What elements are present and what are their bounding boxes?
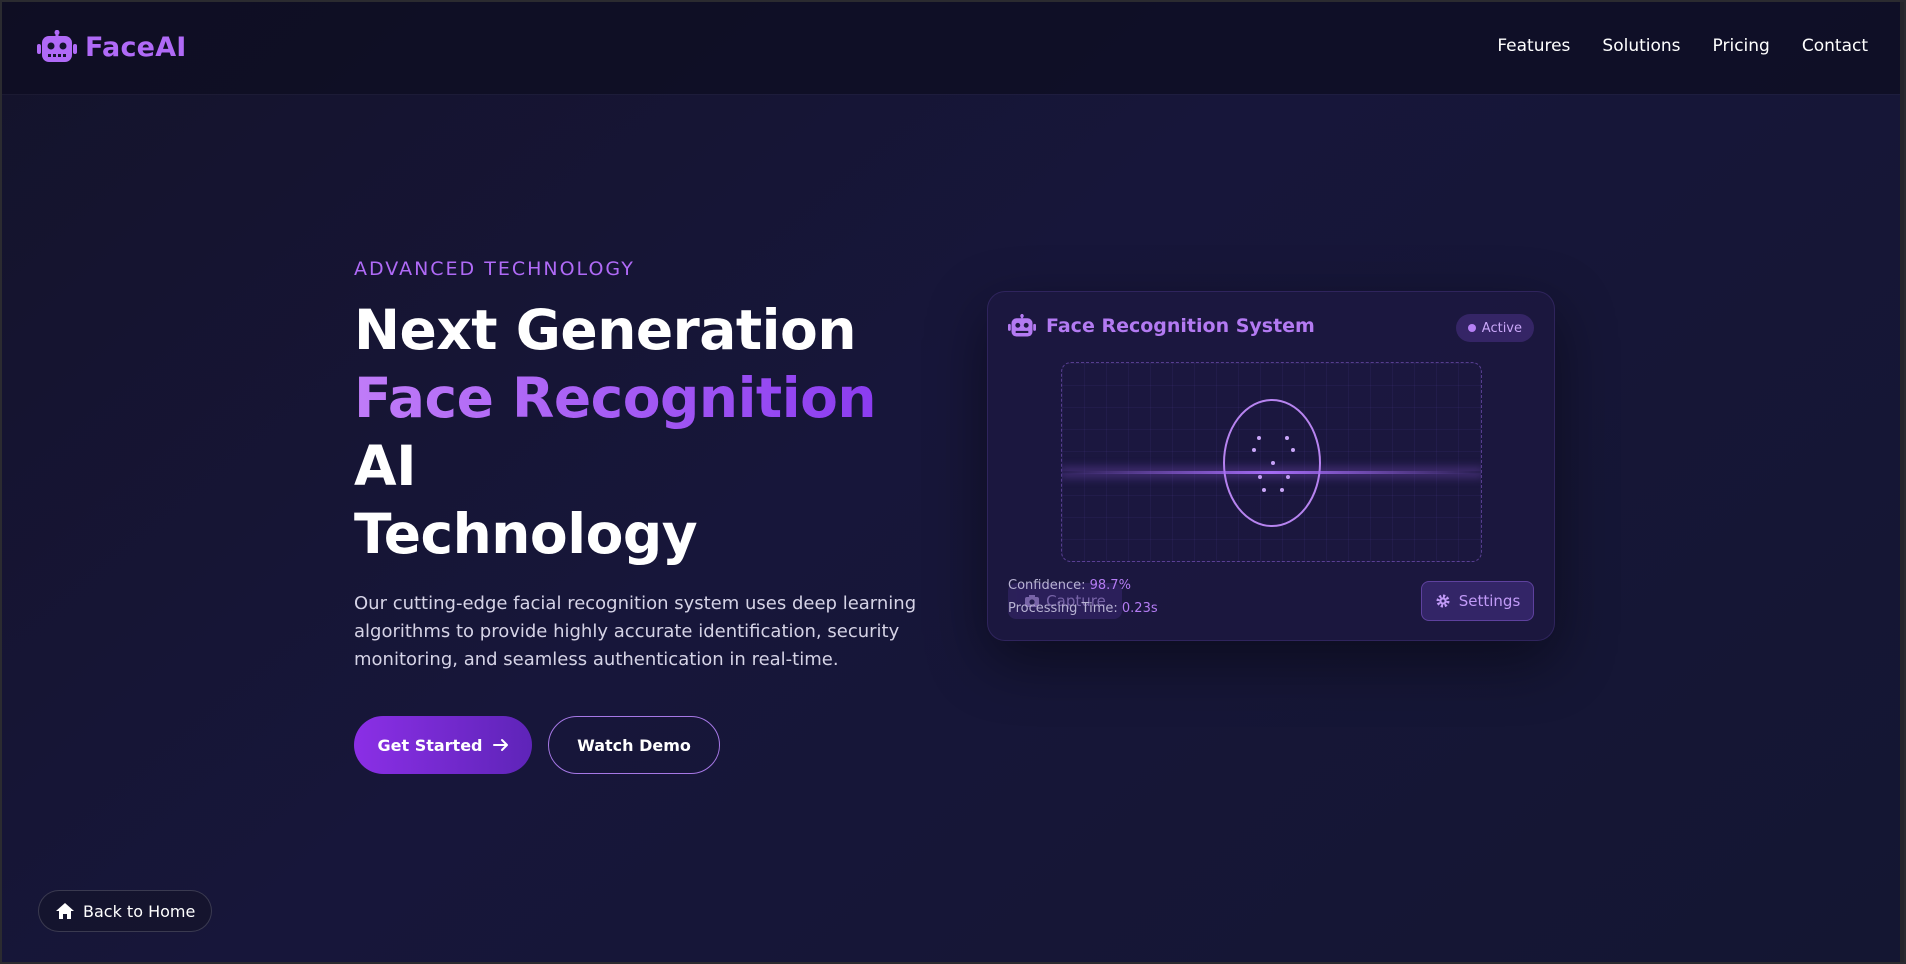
nav-links: Features Solutions Pricing Contact — [1497, 36, 1868, 56]
hero-title-line1: Next Generation — [354, 298, 856, 362]
top-nav: FaceAI Features Solutions Pricing Contac… — [2, 2, 1904, 94]
status-label: Active — [1481, 320, 1522, 336]
hero-title-ai: AI — [354, 434, 417, 498]
brand-logo[interactable]: FaceAI — [37, 30, 187, 64]
gear-icon — [1436, 594, 1450, 608]
robot-icon — [1008, 314, 1036, 337]
nav-link-features[interactable]: Features — [1497, 36, 1570, 56]
confidence-stat: Confidence: 98.7% — [1008, 574, 1158, 597]
hero-eyebrow: ADVANCED TECHNOLOGY — [354, 258, 635, 280]
processing-value: 0.23s — [1121, 601, 1158, 616]
scan-area — [1061, 362, 1482, 562]
hero-title-accent: Face Recognition — [354, 366, 877, 430]
nav-link-solutions[interactable]: Solutions — [1602, 36, 1680, 56]
nav-link-contact[interactable]: Contact — [1802, 36, 1868, 56]
robot-icon — [37, 30, 77, 62]
face-outline-icon — [1223, 399, 1321, 527]
back-to-home-button[interactable]: Back to Home — [38, 890, 213, 932]
hero-title: Next Generation Face Recognition AI Tech… — [354, 296, 954, 568]
status-dot — [1467, 324, 1476, 332]
watch-demo-label: Watch Demo — [577, 735, 691, 755]
hero-actions: Get Started Watch Demo — [354, 716, 954, 774]
hero-section: ADVANCED TECHNOLOGY Next Generation Face… — [354, 258, 954, 774]
scan-line — [1062, 471, 1481, 474]
app-frame: FaceAI Features Solutions Pricing Contac… — [0, 0, 1906, 964]
watch-demo-button[interactable]: Watch Demo — [548, 716, 720, 774]
face-recognition-card: Face Recognition System Active Capture C… — [987, 291, 1555, 641]
hero-title-line3: Technology — [354, 502, 698, 566]
recognition-stats: Confidence: 98.7% Processing Time: 0.23s — [1008, 574, 1158, 620]
confidence-value: 98.7% — [1089, 578, 1131, 593]
settings-button[interactable]: Settings — [1421, 581, 1534, 621]
hero-title-line2: Face Recognition AI — [354, 364, 954, 500]
card-title: Face Recognition System — [1046, 315, 1315, 337]
get-started-button[interactable]: Get Started — [354, 716, 532, 774]
processing-label: Processing Time: — [1008, 601, 1118, 616]
hero-description: Our cutting-edge facial recognition syst… — [354, 593, 917, 670]
brand-name: FaceAI — [85, 31, 187, 63]
home-icon — [56, 903, 74, 919]
processing-stat: Processing Time: 0.23s — [1008, 597, 1158, 620]
nav-link-pricing[interactable]: Pricing — [1713, 36, 1770, 56]
confidence-label: Confidence: — [1008, 578, 1086, 593]
back-to-home-label: Back to Home — [83, 901, 196, 921]
arrow-right-icon — [492, 739, 508, 751]
get-started-label: Get Started — [377, 735, 483, 755]
settings-label: Settings — [1458, 592, 1521, 610]
card-header: Face Recognition System — [1008, 314, 1315, 338]
status-badge: Active — [1455, 314, 1534, 342]
